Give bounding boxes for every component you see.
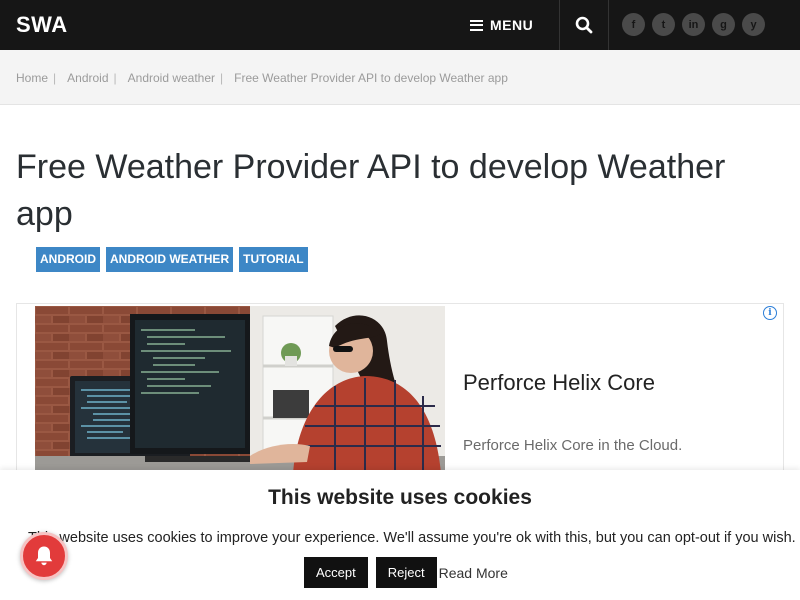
accept-button[interactable]: Accept: [304, 557, 368, 588]
youtube-icon[interactable]: y: [742, 13, 765, 36]
reject-button[interactable]: Reject: [375, 557, 437, 588]
site-header: SWA MENU f t in g y: [0, 0, 800, 50]
site-logo[interactable]: SWA: [16, 12, 68, 38]
read-more-link[interactable]: Read More: [437, 565, 508, 581]
cookie-text: This website uses cookies to improve you…: [28, 530, 796, 546]
breadcrumb: Home | Android | Android weather | Free Wea…: [16, 71, 508, 85]
cookie-title: This website uses cookies: [268, 486, 532, 509]
social-links: f t in g y: [622, 13, 765, 36]
ad-image[interactable]: [35, 306, 445, 472]
breadcrumb-current: Free Weather Provider API to develop Wea…: [234, 71, 508, 85]
page-title: Free Weather Provider API to develop Wea…: [16, 148, 726, 233]
hamburger-icon: [470, 19, 483, 31]
search-icon: [575, 16, 593, 34]
breadcrumb-bar: Home | Android | Android weather | Free Wea…: [0, 50, 800, 105]
linkedin-icon[interactable]: in: [682, 13, 705, 36]
ad-description[interactable]: Perforce Helix Core in the Cloud.: [463, 437, 682, 454]
bell-icon: [35, 546, 53, 566]
tag-android-weather[interactable]: ANDROID WEATHER: [106, 247, 234, 272]
cookie-banner: This website uses cookies This website u…: [0, 470, 800, 600]
ad-banner[interactable]: i Perforce Helix Core Perforce Helix Cor…: [16, 303, 784, 473]
facebook-icon[interactable]: f: [622, 13, 645, 36]
tag-android[interactable]: ANDROID: [36, 247, 100, 272]
breadcrumb-android-weather[interactable]: Android weather: [128, 71, 215, 85]
ad-headline[interactable]: Perforce Helix Core: [463, 370, 655, 396]
breadcrumb-android[interactable]: Android: [67, 71, 108, 85]
menu-button[interactable]: MENU: [470, 0, 558, 50]
notification-bell-button[interactable]: [20, 532, 68, 580]
tag-tutorial[interactable]: TUTORIAL: [239, 247, 308, 272]
divider: [608, 0, 609, 50]
tag-list: ANDROID ANDROID WEATHER TUTORIAL: [36, 247, 308, 272]
menu-label: MENU: [490, 17, 534, 33]
search-button[interactable]: [560, 0, 608, 50]
twitter-icon[interactable]: t: [652, 13, 675, 36]
github-icon[interactable]: g: [712, 13, 735, 36]
cookie-actions: Accept Reject Read More: [304, 557, 508, 588]
breadcrumb-home[interactable]: Home: [16, 71, 48, 85]
ad-info-icon[interactable]: i: [763, 306, 777, 320]
